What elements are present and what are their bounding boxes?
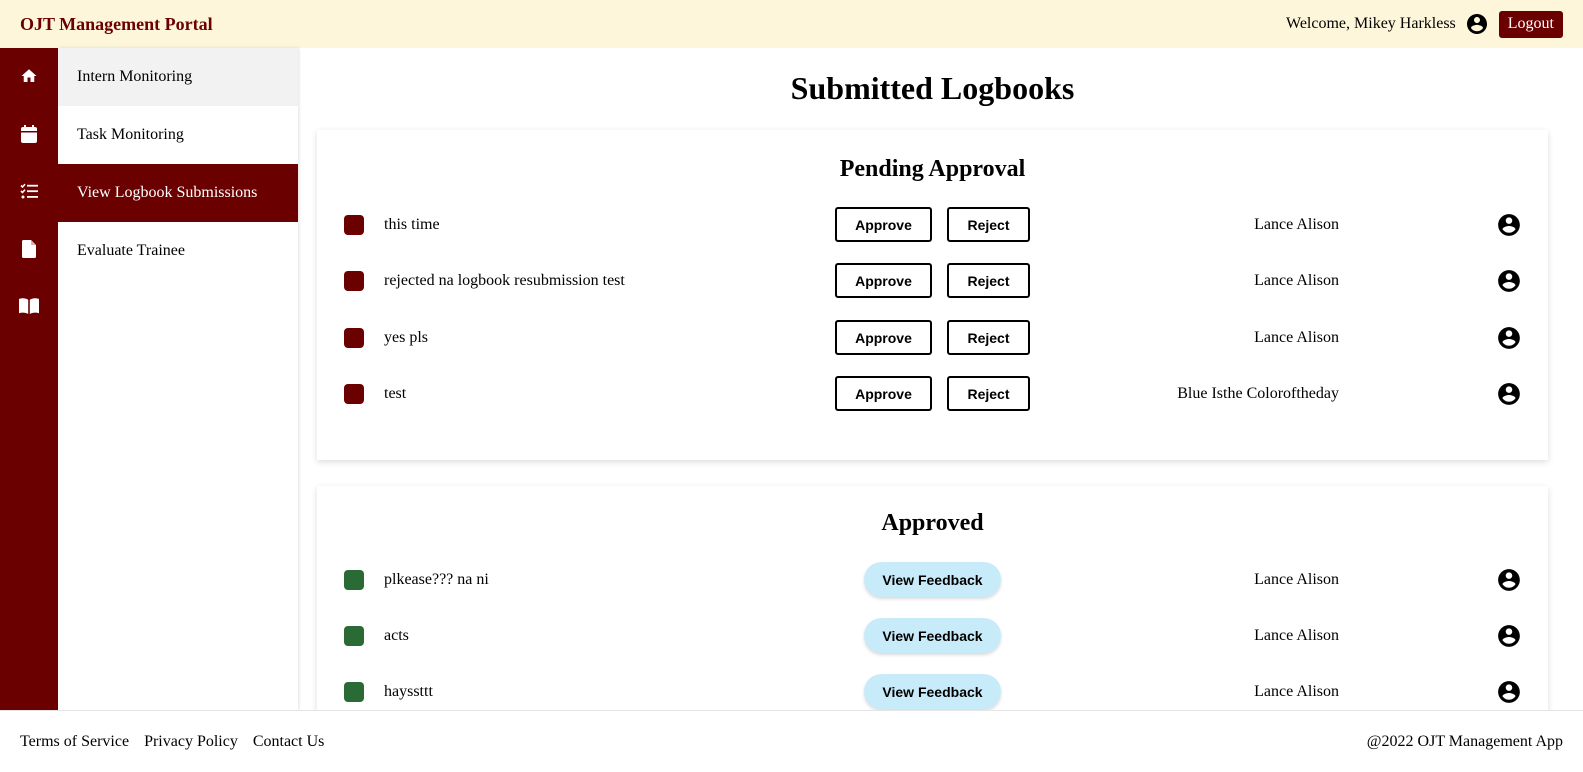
intern-name: Lance Alison <box>1254 627 1339 644</box>
view-feedback-button[interactable]: View Feedback <box>864 674 1001 709</box>
logbook-title: acts <box>384 627 409 644</box>
intern-name: Lance Alison <box>1254 683 1339 700</box>
sidebar-item-task-monitoring[interactable]: Task Monitoring <box>58 106 298 164</box>
reject-button[interactable]: Reject <box>947 207 1030 242</box>
account-circle-icon[interactable] <box>1496 567 1522 593</box>
home-icon[interactable] <box>19 66 39 86</box>
intern-name: Blue Isthe Coloroftheday <box>1177 385 1339 402</box>
footer-link-privacy[interactable]: Privacy Policy <box>144 733 238 751</box>
pending-approval-card: Pending Approval this time Approve Rejec… <box>317 130 1548 460</box>
footer-link-contact[interactable]: Contact Us <box>253 733 325 751</box>
list-item: test Approve Reject Blue Isthe Colorofth… <box>317 376 1548 412</box>
top-header: OJT Management Portal Welcome, Mikey Har… <box>0 0 1583 48</box>
page-footer: Terms of Service Privacy Policy Contact … <box>0 710 1583 772</box>
approved-heading: Approved <box>881 510 984 536</box>
reject-button[interactable]: Reject <box>947 320 1030 355</box>
list-item: rejected na logbook resubmission test Ap… <box>317 263 1548 299</box>
account-circle-icon[interactable] <box>1496 212 1522 238</box>
intern-name: Lance Alison <box>1254 216 1339 233</box>
pending-approval-heading: Pending Approval <box>839 156 1026 182</box>
logbook-title: rejected na logbook resubmission test <box>384 272 625 289</box>
list-item: plkease??? na ni View Feedback Lance Ali… <box>317 562 1548 598</box>
list-item: acts View Feedback Lance Alison <box>317 618 1548 654</box>
account-circle-icon[interactable] <box>1496 679 1522 705</box>
welcome-text: Welcome, Mikey Harkless <box>1286 15 1456 32</box>
status-indicator <box>344 384 364 404</box>
header-user-area: Welcome, Mikey Harkless Logout <box>1286 10 1563 38</box>
logbook-title: plkease??? na ni <box>384 571 489 588</box>
approved-card: Approved plkease??? na ni View Feedback … <box>317 486 1548 710</box>
sidebar-item-evaluate-trainee[interactable]: Evaluate Trainee <box>58 222 298 280</box>
status-indicator <box>344 682 364 702</box>
view-feedback-button[interactable]: View Feedback <box>864 562 1001 597</box>
footer-link-terms[interactable]: Terms of Service <box>20 733 129 751</box>
reject-button[interactable]: Reject <box>947 263 1030 298</box>
account-circle-icon[interactable] <box>1465 12 1489 36</box>
status-indicator <box>344 271 364 291</box>
intern-name: Lance Alison <box>1254 571 1339 588</box>
status-indicator <box>344 626 364 646</box>
icon-rail <box>0 48 58 710</box>
list-item: this time Approve Reject Lance Alison <box>317 207 1548 243</box>
book-icon[interactable] <box>19 296 39 316</box>
app-title: OJT Management Portal <box>20 13 213 34</box>
status-indicator <box>344 328 364 348</box>
sidebar-nav: Intern Monitoring Task Monitoring View L… <box>58 48 298 710</box>
approve-button[interactable]: Approve <box>835 207 932 242</box>
intern-name: Lance Alison <box>1254 272 1339 289</box>
approve-button[interactable]: Approve <box>835 263 932 298</box>
logbook-title: this time <box>384 216 440 233</box>
account-circle-icon[interactable] <box>1496 381 1522 407</box>
logbook-title: test <box>384 385 407 402</box>
status-indicator <box>344 215 364 235</box>
logout-button[interactable]: Logout <box>1498 10 1563 38</box>
account-circle-icon[interactable] <box>1496 268 1522 294</box>
approve-button[interactable]: Approve <box>835 376 932 411</box>
list-item: hayssttt View Feedback Lance Alison <box>317 674 1548 710</box>
checklist-icon[interactable] <box>19 181 39 201</box>
approve-button[interactable]: Approve <box>835 320 932 355</box>
account-circle-icon[interactable] <box>1496 325 1522 351</box>
page-title: Submitted Logbooks <box>790 70 1075 106</box>
copyright-text: @2022 OJT Management App <box>1366 732 1563 750</box>
sidebar-item-view-logbook-submissions[interactable]: View Logbook Submissions <box>58 164 298 222</box>
account-circle-icon[interactable] <box>1496 623 1522 649</box>
reject-button[interactable]: Reject <box>947 376 1030 411</box>
document-icon[interactable] <box>19 239 39 259</box>
intern-name: Lance Alison <box>1254 329 1339 346</box>
footer-links: Terms of Service Privacy Policy Contact … <box>20 733 339 751</box>
calendar-icon[interactable] <box>19 124 39 144</box>
sidebar-item-intern-monitoring[interactable]: Intern Monitoring <box>58 48 298 106</box>
view-feedback-button[interactable]: View Feedback <box>864 618 1001 653</box>
logbook-title: hayssttt <box>384 683 433 700</box>
list-item: yes pls Approve Reject Lance Alison <box>317 320 1548 356</box>
logbook-title: yes pls <box>384 329 428 346</box>
main-content: Submitted Logbooks Pending Approval this… <box>298 48 1583 710</box>
status-indicator <box>344 570 364 590</box>
